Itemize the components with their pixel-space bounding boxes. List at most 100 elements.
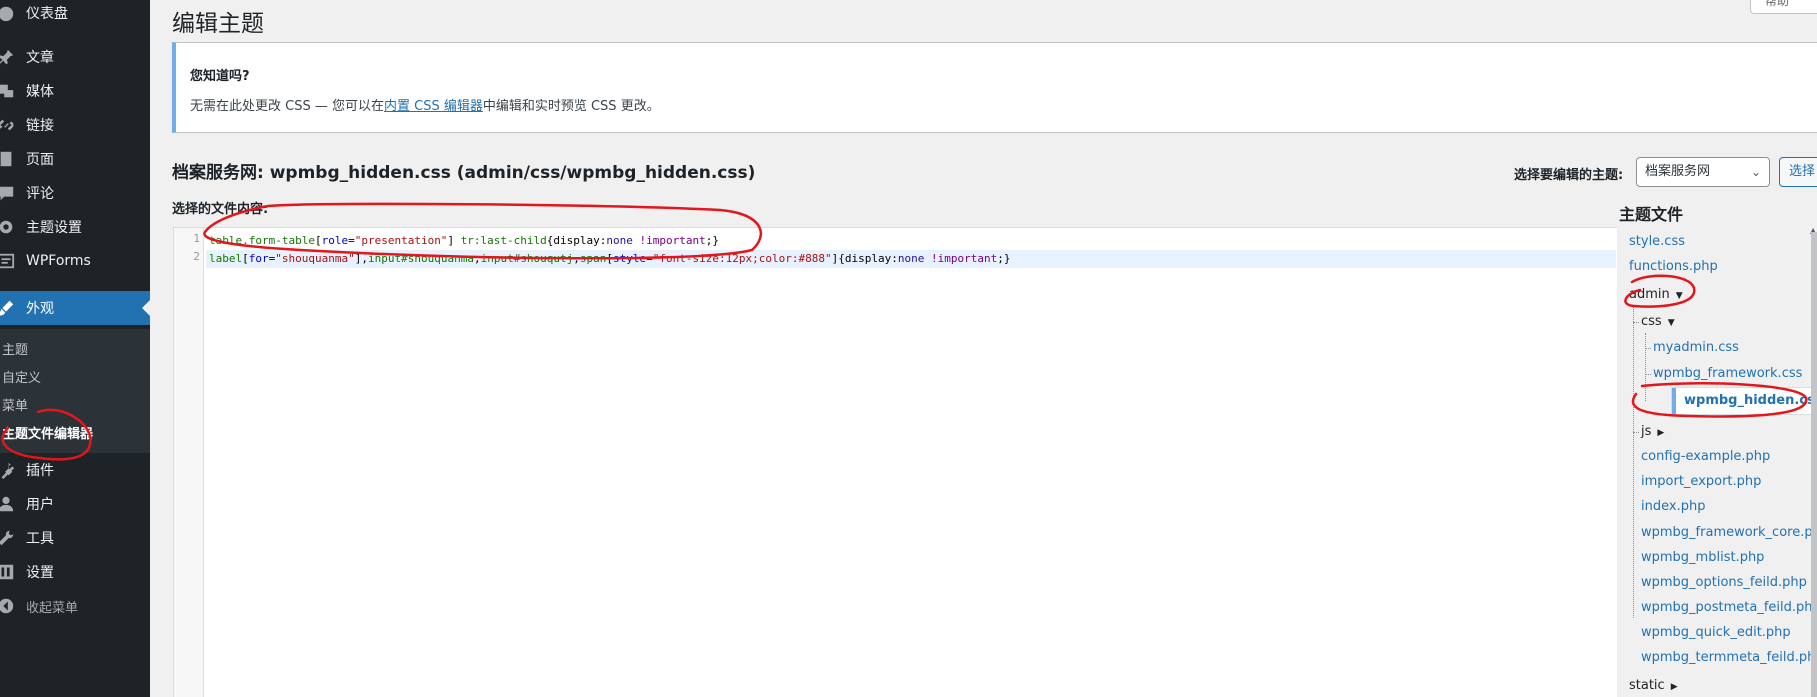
page-title: 编辑主题 (172, 11, 264, 37)
menu-item-users[interactable]: 用户 (0, 487, 150, 521)
notice-text-after: 中编辑和实时预览 CSS 更改。 (482, 99, 660, 114)
menu-label: 设置 (26, 565, 54, 581)
code-token: display (553, 234, 600, 247)
forms-icon (0, 252, 18, 270)
tree-guide (1645, 333, 1646, 401)
code-token: , (473, 252, 481, 265)
code-token: table.form-table (209, 234, 315, 247)
folder-admin[interactable]: admin ▼ (1629, 287, 1683, 302)
file-wpmbg-framework-css[interactable]: wpmbg_framework.css (1653, 366, 1802, 381)
theme-select-label: 选择要编辑的主题: (1514, 168, 1624, 183)
file-config-example-php[interactable]: config-example.php (1641, 449, 1770, 464)
notice-title: 您知道吗? (190, 69, 250, 84)
menu-item-settings[interactable]: 设置 (0, 555, 150, 589)
current-file-label: wpmbg_hidden.css (1684, 393, 1817, 408)
custom-css-editor-link[interactable]: 内置 CSS 编辑器 (384, 99, 483, 114)
file-wpmbg-framework-core-php[interactable]: wpmbg_framework_core.php (1641, 525, 1817, 540)
file-wpmbg-hidden-css[interactable]: wpmbg_hidden.css (1672, 388, 1817, 414)
code-editor[interactable]: 1 2 table.form-table[role="presentation"… (173, 227, 1618, 697)
code-token: input#shouqutj (480, 252, 574, 265)
triangle-right-icon: ▶ (1657, 428, 1665, 438)
menu-item-wpforms[interactable]: WPForms (0, 244, 150, 278)
pin-icon (0, 48, 18, 66)
settings-icon (0, 563, 18, 581)
code-token: ;} (705, 234, 719, 247)
code-token: !important (632, 234, 706, 247)
file-myadmin-css[interactable]: myadmin.css (1653, 340, 1739, 355)
code-token: none (897, 252, 925, 265)
file-wpmbg-quick-edit-php[interactable]: wpmbg_quick_edit.php (1641, 625, 1791, 640)
theme-name: 档案服务网 (172, 163, 257, 183)
folder-label: css (1641, 314, 1662, 329)
code-token: ]{ (831, 252, 845, 265)
code-line[interactable]: label[for = "shouquanma"],input#shouquanma… (206, 250, 1616, 268)
code-token: span (579, 252, 607, 265)
notice-text: 无需在此处更改 CSS — 您可以在内置 CSS 编辑器中编辑和实时预览 CSS… (190, 95, 660, 114)
dashboard-icon (0, 4, 18, 22)
menu-label: 评论 (26, 186, 54, 202)
menu-label: 主题设置 (26, 220, 82, 236)
tree-guide (1633, 322, 1639, 323)
menu-label: WPForms (26, 253, 91, 269)
file-functions-php[interactable]: functions.php (1629, 259, 1718, 274)
select-theme-button[interactable]: 选择 (1779, 157, 1817, 187)
triangle-down-icon: ▼ (1675, 291, 1683, 301)
menu-item-appearance[interactable]: 外观 (0, 291, 150, 325)
code-token: style (613, 252, 647, 265)
admin-sidebar: 仪表盘 文章 媒体 链接 页面 评论 主题设置 WPForms 外观 主题 自定… (0, 0, 150, 697)
submenu-item-theme-file-editor[interactable]: 主题文件编辑器 (2, 423, 93, 442)
wrench-icon (0, 529, 18, 547)
file-wpmbg-postmeta-feild-php[interactable]: wpmbg_postmeta_feild.php (1641, 600, 1817, 615)
triangle-right-icon: ▶ (1670, 682, 1678, 692)
help-tab[interactable]: 帮助 (1750, 0, 1817, 14)
folder-static[interactable]: static ▶ (1629, 678, 1678, 693)
triangle-down-icon: ▼ (1667, 318, 1675, 328)
menu-label: 工具 (26, 531, 54, 547)
code-token: ] (447, 234, 461, 247)
notice-text-before: 无需在此处更改 CSS — 您可以在 (190, 99, 384, 114)
file-path: : wpmbg_hidden.css (admin/css/wpmbg_hidd… (257, 163, 756, 183)
file-list-scrollbar[interactable] (1811, 232, 1817, 697)
code-token: [ (242, 252, 249, 265)
menu-item-links[interactable]: 链接 (0, 108, 150, 142)
menu-item-plugins[interactable]: 插件 (0, 453, 150, 487)
folder-label: admin (1629, 287, 1670, 302)
code-token: : (891, 252, 898, 265)
code-line[interactable]: table.form-table[role="presentation"] tr… (206, 232, 1616, 250)
current-menu-arrow (142, 300, 150, 316)
code-token: "presentation" (354, 234, 448, 247)
menu-item-media[interactable]: 媒体 (0, 74, 150, 108)
page-icon (0, 150, 18, 168)
tree-guide (1633, 306, 1634, 618)
menu-item-pages[interactable]: 页面 (0, 142, 150, 176)
menu-item-posts[interactable]: 文章 (0, 40, 150, 74)
code-token: role (321, 234, 349, 247)
menu-item-comments[interactable]: 评论 (0, 176, 150, 210)
file-style-css[interactable]: style.css (1629, 234, 1685, 249)
collapse-icon (0, 597, 18, 615)
file-content-label: 选择的文件内容: (172, 202, 269, 217)
file-wpmbg-mblist-php[interactable]: wpmbg_mblist.php (1641, 550, 1764, 565)
menu-label: 链接 (26, 118, 54, 134)
line-number: 1 (193, 232, 200, 245)
comment-icon (0, 184, 18, 202)
menu-item-collapse[interactable]: 收起菜单 (0, 589, 150, 623)
submenu-item-themes[interactable]: 主题 (2, 339, 28, 358)
folder-label: static (1629, 678, 1665, 693)
file-wpmbg-options-feild-php[interactable]: wpmbg_options_feild.php (1641, 575, 1807, 590)
tree-guide (1645, 374, 1651, 375)
file-wpmbg-termmeta-feild-php[interactable]: wpmbg_termmeta_feild.php (1641, 650, 1817, 665)
tree-guide (1645, 348, 1651, 349)
menu-item-dashboard[interactable]: 仪表盘 (0, 0, 150, 30)
menu-item-tools[interactable]: 工具 (0, 521, 150, 555)
folder-css[interactable]: css ▼ (1641, 314, 1675, 329)
file-import-export-php[interactable]: import_export.php (1641, 474, 1761, 489)
file-index-php[interactable]: index.php (1641, 499, 1705, 514)
menu-item-theme-settings[interactable]: 主题设置 (0, 210, 150, 244)
folder-js[interactable]: js ▶ (1641, 424, 1664, 439)
menu-label: 外观 (26, 301, 54, 317)
submenu-item-menus[interactable]: 菜单 (2, 395, 28, 414)
theme-select[interactable]: 档案服务网 ⌄ (1636, 157, 1770, 187)
submenu-item-customize[interactable]: 自定义 (2, 367, 41, 386)
menu-label: 文章 (26, 50, 54, 66)
